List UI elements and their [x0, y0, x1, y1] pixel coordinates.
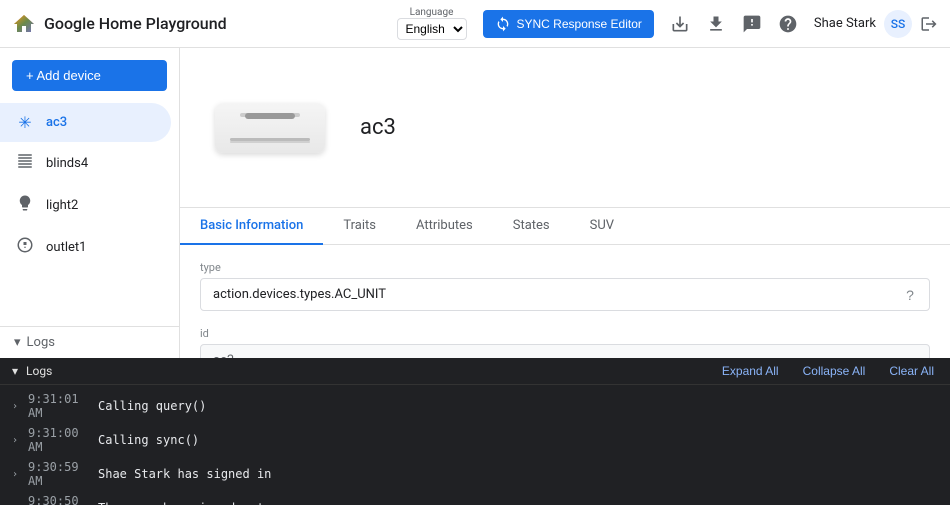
- device-preview-panel: ac3: [180, 48, 950, 208]
- export-icon: [670, 14, 690, 34]
- outlet-icon: [14, 236, 36, 258]
- language-dropdown[interactable]: English: [397, 18, 467, 40]
- clear-all-button[interactable]: Clear All: [885, 362, 938, 380]
- log-message: Calling query(): [98, 399, 206, 413]
- type-help-button[interactable]: ?: [901, 286, 919, 304]
- help-icon: [778, 14, 798, 34]
- chevron-down-icon: ▾: [12, 364, 18, 378]
- id-value: ac3: [200, 344, 930, 358]
- log-message: Shae Stark has signed in: [98, 467, 271, 481]
- device-display-name: ac3: [360, 115, 396, 140]
- content-area: ac3 Basic Information Traits Attributes …: [180, 48, 950, 358]
- sync-button-label: SYNC Response Editor: [517, 17, 642, 31]
- log-entry-chevron: ›: [12, 469, 28, 480]
- logs-section-label: Logs: [26, 364, 52, 378]
- tab-states[interactable]: States: [493, 208, 570, 245]
- bulb-icon: [14, 194, 36, 216]
- log-time: 9:30:59 AM: [28, 460, 98, 488]
- log-section: ▾ Logs Expand All Collapse All Clear All…: [0, 358, 950, 505]
- tab-suv[interactable]: SUV: [570, 208, 634, 245]
- topbar: Google Home Playground Language English …: [0, 0, 950, 48]
- device-image: [210, 103, 330, 153]
- user-menu[interactable]: Shae Stark SS: [814, 10, 938, 38]
- topbar-icons: [670, 14, 798, 34]
- tabs-bar: Basic Information Traits Attributes Stat…: [180, 208, 950, 245]
- language-selector[interactable]: Language English: [397, 7, 467, 40]
- log-time: 9:31:01 AM: [28, 392, 98, 420]
- type-label: type: [200, 261, 930, 274]
- log-time: 9:30:50 AM: [28, 494, 98, 505]
- sidebar-item-blinds4[interactable]: blinds4: [0, 142, 171, 184]
- log-header: ▾ Logs Expand All Collapse All Clear All: [0, 358, 950, 385]
- device-item-label: blinds4: [46, 156, 88, 171]
- tab-basic-information[interactable]: Basic Information: [180, 208, 323, 245]
- sidebar-item-outlet1[interactable]: outlet1: [0, 226, 171, 268]
- main-area: + Add device ✳ ac3 blinds4 light2: [0, 48, 950, 358]
- log-entry: › 9:31:01 AM Calling query(): [0, 389, 950, 423]
- feedback-icon: [742, 14, 762, 34]
- download-icon: [706, 14, 726, 34]
- tab-attributes[interactable]: Attributes: [396, 208, 493, 245]
- add-device-label: + Add device: [26, 68, 101, 83]
- sync-icon: [495, 16, 511, 32]
- log-entry-chevron: ›: [12, 401, 28, 412]
- collapse-all-button[interactable]: Collapse All: [799, 362, 870, 380]
- snowflake-icon: ✳: [14, 113, 36, 132]
- logout-icon-button[interactable]: [920, 15, 938, 33]
- add-device-button[interactable]: + Add device: [12, 60, 167, 91]
- type-field: type action.devices.types.AC_UNIT ?: [200, 261, 930, 311]
- device-item-label: ac3: [46, 115, 67, 130]
- device-item-label: outlet1: [46, 240, 86, 255]
- app-title: Google Home Playground: [44, 14, 227, 33]
- sidebar: + Add device ✳ ac3 blinds4 light2: [0, 48, 180, 358]
- expand-all-button[interactable]: Expand All: [718, 362, 783, 380]
- feedback-icon-button[interactable]: [742, 14, 762, 34]
- log-entries: › 9:31:01 AM Calling query() › 9:31:00 A…: [0, 385, 950, 505]
- log-actions: Expand All Collapse All Clear All: [718, 362, 938, 380]
- log-entry-chevron: ›: [12, 435, 28, 446]
- form-area: type action.devices.types.AC_UNIT ? id a…: [180, 245, 950, 358]
- log-entry: › 9:30:50 AM The user has signed out: [0, 491, 950, 505]
- home-icon: [12, 12, 36, 36]
- log-entry: › 9:31:00 AM Calling sync(): [0, 423, 950, 457]
- device-list: ✳ ac3 blinds4 light2 outlet1: [0, 103, 179, 326]
- ac-unit-image: [215, 103, 325, 153]
- export-icon-button[interactable]: [670, 14, 690, 34]
- logs-toggle[interactable]: ▾ Logs: [0, 326, 179, 358]
- sidebar-item-ac3[interactable]: ✳ ac3: [0, 103, 171, 142]
- sync-response-editor-button[interactable]: SYNC Response Editor: [483, 10, 654, 38]
- logs-label: Logs: [27, 335, 55, 350]
- download-icon-button[interactable]: [706, 14, 726, 34]
- device-item-label: light2: [46, 198, 78, 213]
- id-field: id ac3: [200, 327, 930, 358]
- sidebar-item-light2[interactable]: light2: [0, 184, 171, 226]
- language-label: Language: [410, 7, 454, 18]
- tab-traits[interactable]: Traits: [323, 208, 396, 245]
- help-icon-button[interactable]: [778, 14, 798, 34]
- log-time: 9:31:00 AM: [28, 426, 98, 454]
- log-toggle-button[interactable]: ▾ Logs: [12, 364, 52, 378]
- avatar: SS: [884, 10, 912, 38]
- log-entry: › 9:30:59 AM Shae Stark has signed in: [0, 457, 950, 491]
- id-label: id: [200, 327, 930, 340]
- app-logo: Google Home Playground: [12, 12, 227, 36]
- logout-icon: [920, 15, 938, 33]
- log-message: Calling sync(): [98, 433, 199, 447]
- type-value: action.devices.types.AC_UNIT ?: [200, 278, 930, 311]
- blinds-icon: [14, 152, 36, 174]
- chevron-down-icon: ▾: [14, 335, 21, 350]
- user-name: Shae Stark: [814, 16, 876, 31]
- log-message: The user has signed out: [98, 501, 264, 505]
